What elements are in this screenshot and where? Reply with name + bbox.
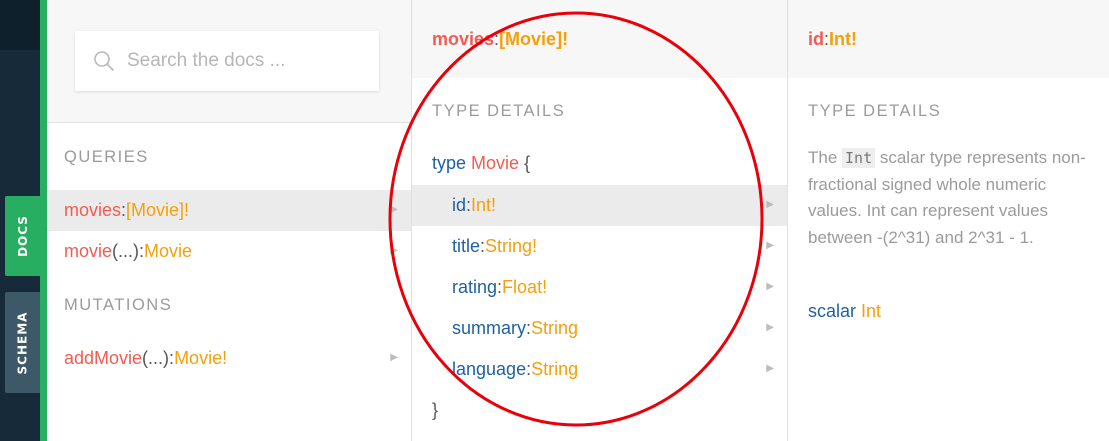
field-item-rating[interactable]: rating: Float! ▶ [412, 267, 787, 308]
search-input[interactable] [127, 50, 357, 72]
type-details-heading: TYPE DETAILS [432, 102, 566, 120]
query-type[interactable]: [Movie]! [126, 200, 189, 221]
schema-tab-label: SCHEMA [15, 311, 30, 374]
field-name: title [452, 236, 481, 256]
query-name: movie [64, 241, 113, 261]
type-declaration: type Movie { [432, 153, 530, 174]
rail-top-block [0, 0, 40, 50]
chevron-right-icon: ▶ [766, 363, 774, 374]
field-type[interactable]: String [531, 318, 578, 339]
description-line: The Int scalar type represents non- [808, 145, 1108, 172]
mutation-item-addmovie[interactable]: addMovie (...): Movie! ▶ [47, 338, 411, 379]
chevron-right-icon: ▶ [390, 245, 398, 256]
chevron-right-icon: ▶ [390, 204, 398, 215]
docs-panel-edge [40, 0, 47, 441]
header-field-name: movies [432, 28, 495, 49]
field-type[interactable]: Int! [471, 195, 496, 216]
field-item-language[interactable]: language: String ▶ [412, 349, 787, 390]
field-type[interactable]: String! [485, 236, 537, 257]
movies-detail-column: movies: [Movie]! TYPE DETAILS type Movie… [411, 0, 787, 441]
chevron-right-icon: ▶ [766, 199, 774, 210]
mutation-name: addMovie [64, 348, 143, 368]
inline-code: Int [842, 148, 876, 168]
type-name[interactable]: Movie [471, 153, 519, 173]
description-line: between -(2^31) and 2^31 - 1. [808, 227, 1034, 247]
chevron-right-icon: ▶ [766, 281, 774, 292]
field-item-id[interactable]: id: Int! ▶ [412, 185, 787, 226]
search-icon [94, 51, 114, 71]
query-type[interactable]: Movie [144, 241, 192, 262]
id-detail-column: id: Int! TYPE DETAILS The Int scalar typ… [787, 0, 1109, 441]
description-text: The [808, 148, 843, 167]
mutation-args: (...) [142, 348, 170, 368]
field-type[interactable]: Float! [502, 277, 547, 298]
close-brace: } [432, 400, 439, 420]
query-name: movies [64, 200, 122, 220]
docs-explorer-column: QUERIES movies: [Movie]! ▶ movie(...): M… [47, 0, 411, 441]
field-name: id [452, 195, 467, 215]
scalar-type: Int [861, 301, 882, 321]
id-header: id: Int! [788, 0, 1109, 78]
docs-tab-label: DOCS [15, 215, 30, 257]
chevron-right-icon: ▶ [766, 240, 774, 251]
field-name: rating [452, 277, 498, 297]
queries-heading: QUERIES [64, 148, 149, 166]
query-args: (...) [112, 241, 140, 261]
field-type[interactable]: String [531, 359, 578, 380]
chevron-right-icon: ▶ [390, 352, 398, 363]
movies-header: movies: [Movie]! [412, 0, 787, 78]
type-details-heading: TYPE DETAILS [808, 102, 942, 120]
header-field-type[interactable]: Int! [829, 29, 857, 50]
docs-tab[interactable]: DOCS [5, 196, 40, 276]
query-item-movie[interactable]: movie (...): Movie ▶ [47, 231, 411, 272]
schema-tab[interactable]: SCHEMA [5, 292, 40, 393]
description-line: fractional signed whole numeric [808, 174, 1047, 194]
field-name: summary [452, 318, 527, 338]
query-item-movies[interactable]: movies: [Movie]! ▶ [47, 190, 411, 231]
header-field-type[interactable]: [Movie]! [499, 29, 568, 50]
mutation-type[interactable]: Movie! [174, 348, 227, 369]
field-item-summary[interactable]: summary: String ▶ [412, 308, 787, 349]
field-item-title[interactable]: title: String! ▶ [412, 226, 787, 267]
field-name: language [452, 359, 527, 379]
type-description: The Int scalar type represents non- frac… [808, 145, 1108, 251]
open-brace: { [524, 153, 531, 173]
description-line: values. Int can represent values [808, 201, 1049, 220]
type-keyword: type [432, 153, 467, 173]
mutations-heading: MUTATIONS [64, 296, 173, 314]
close-brace-line: } [432, 400, 438, 421]
header-field-name: id [808, 28, 824, 49]
search-area [47, 0, 411, 123]
description-text: scalar type represents non- [875, 148, 1086, 167]
search-box[interactable] [75, 31, 379, 91]
scalar-keyword: scalar [808, 301, 857, 321]
scalar-declaration: scalar Int [808, 301, 881, 322]
chevron-right-icon: ▶ [766, 322, 774, 333]
